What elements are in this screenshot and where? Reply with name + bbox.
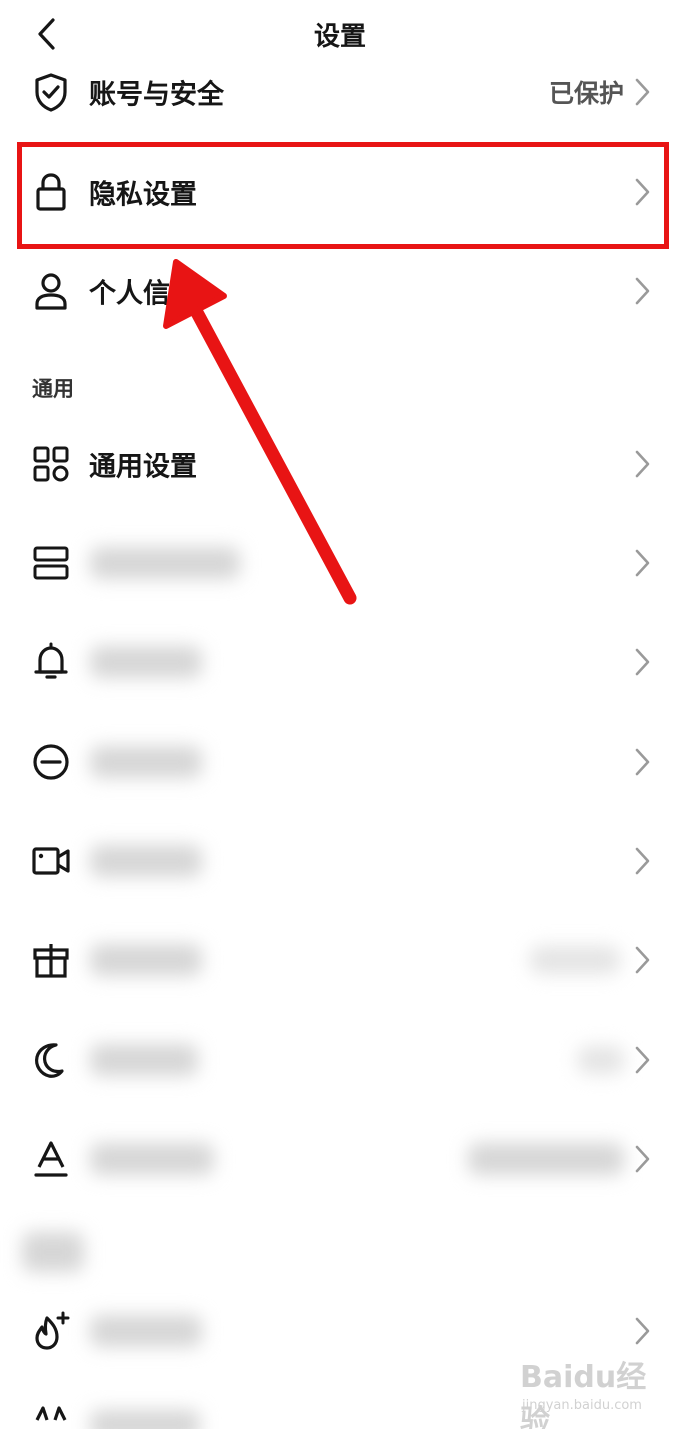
font-size-icon — [30, 1138, 72, 1180]
blurred-label — [90, 1315, 202, 1347]
chevron-right-icon — [635, 1317, 650, 1345]
settings-item-font-size[interactable] — [0, 1119, 680, 1199]
storage-icon — [30, 542, 72, 584]
chevron-right-icon — [635, 946, 650, 974]
settings-item-notifications[interactable] — [0, 622, 680, 702]
chevron-right-icon — [635, 1046, 650, 1074]
blurred-label — [90, 547, 240, 579]
watermark-url: jingyan.baidu.com — [522, 1398, 642, 1413]
settings-item-general[interactable]: 通用设置 — [0, 424, 680, 504]
settings-item-label: 通用设置 — [89, 451, 197, 483]
shield-check-icon — [30, 71, 72, 113]
chevron-right-icon — [635, 748, 650, 776]
blurred-label — [90, 1410, 200, 1429]
chevron-right-icon — [635, 1145, 650, 1173]
blurred-label — [90, 746, 202, 778]
chevron-right-icon — [635, 847, 650, 875]
bell-icon — [30, 641, 72, 683]
settings-item-video[interactable] — [0, 821, 680, 901]
settings-item-dark-mode[interactable] — [0, 1020, 680, 1100]
settings-item-account-security[interactable]: 账号与安全 已保护 — [0, 52, 680, 132]
blurred-label — [90, 646, 202, 678]
grid-icon — [30, 443, 72, 485]
minus-circle-icon — [30, 741, 72, 783]
settings-item-label: 账号与安全 — [89, 79, 224, 111]
settings-item-restriction[interactable] — [0, 722, 680, 802]
settings-item-storage[interactable] — [0, 523, 680, 603]
settings-item-gift[interactable] — [0, 920, 680, 1000]
chevron-right-icon — [635, 277, 650, 305]
chevron-right-icon — [635, 648, 650, 676]
chevron-right-icon — [635, 549, 650, 577]
baidu-watermark: Baidu经验 jingyan.baidu.com — [520, 1352, 670, 1429]
status-value: 已保护 — [548, 79, 624, 108]
blurred-section-title — [22, 1232, 84, 1272]
blurred-label — [90, 944, 202, 976]
highlight-box — [17, 142, 669, 249]
blurred-label — [90, 1044, 198, 1076]
chevron-right-icon — [635, 78, 650, 106]
moon-icon — [30, 1039, 72, 1081]
section-title-general: 通用 — [32, 377, 74, 401]
blurred-label — [90, 845, 202, 877]
video-camera-icon — [30, 840, 72, 882]
watermark-brand: Baidu经验 — [520, 1360, 647, 1429]
blurred-label — [90, 1143, 214, 1175]
gift-icon — [30, 939, 72, 981]
chevron-right-icon — [635, 450, 650, 478]
blurred-value — [468, 1143, 624, 1175]
blurred-value — [578, 1046, 624, 1074]
page-title: 设置 — [313, 22, 366, 52]
blurred-value — [530, 946, 620, 974]
settings-item-label: 个人信 — [89, 278, 170, 310]
sparkle-icon — [30, 1399, 72, 1429]
flame-plus-icon — [30, 1310, 72, 1352]
settings-item-personal-info[interactable]: 个人信 — [0, 251, 680, 331]
person-icon — [30, 270, 72, 312]
